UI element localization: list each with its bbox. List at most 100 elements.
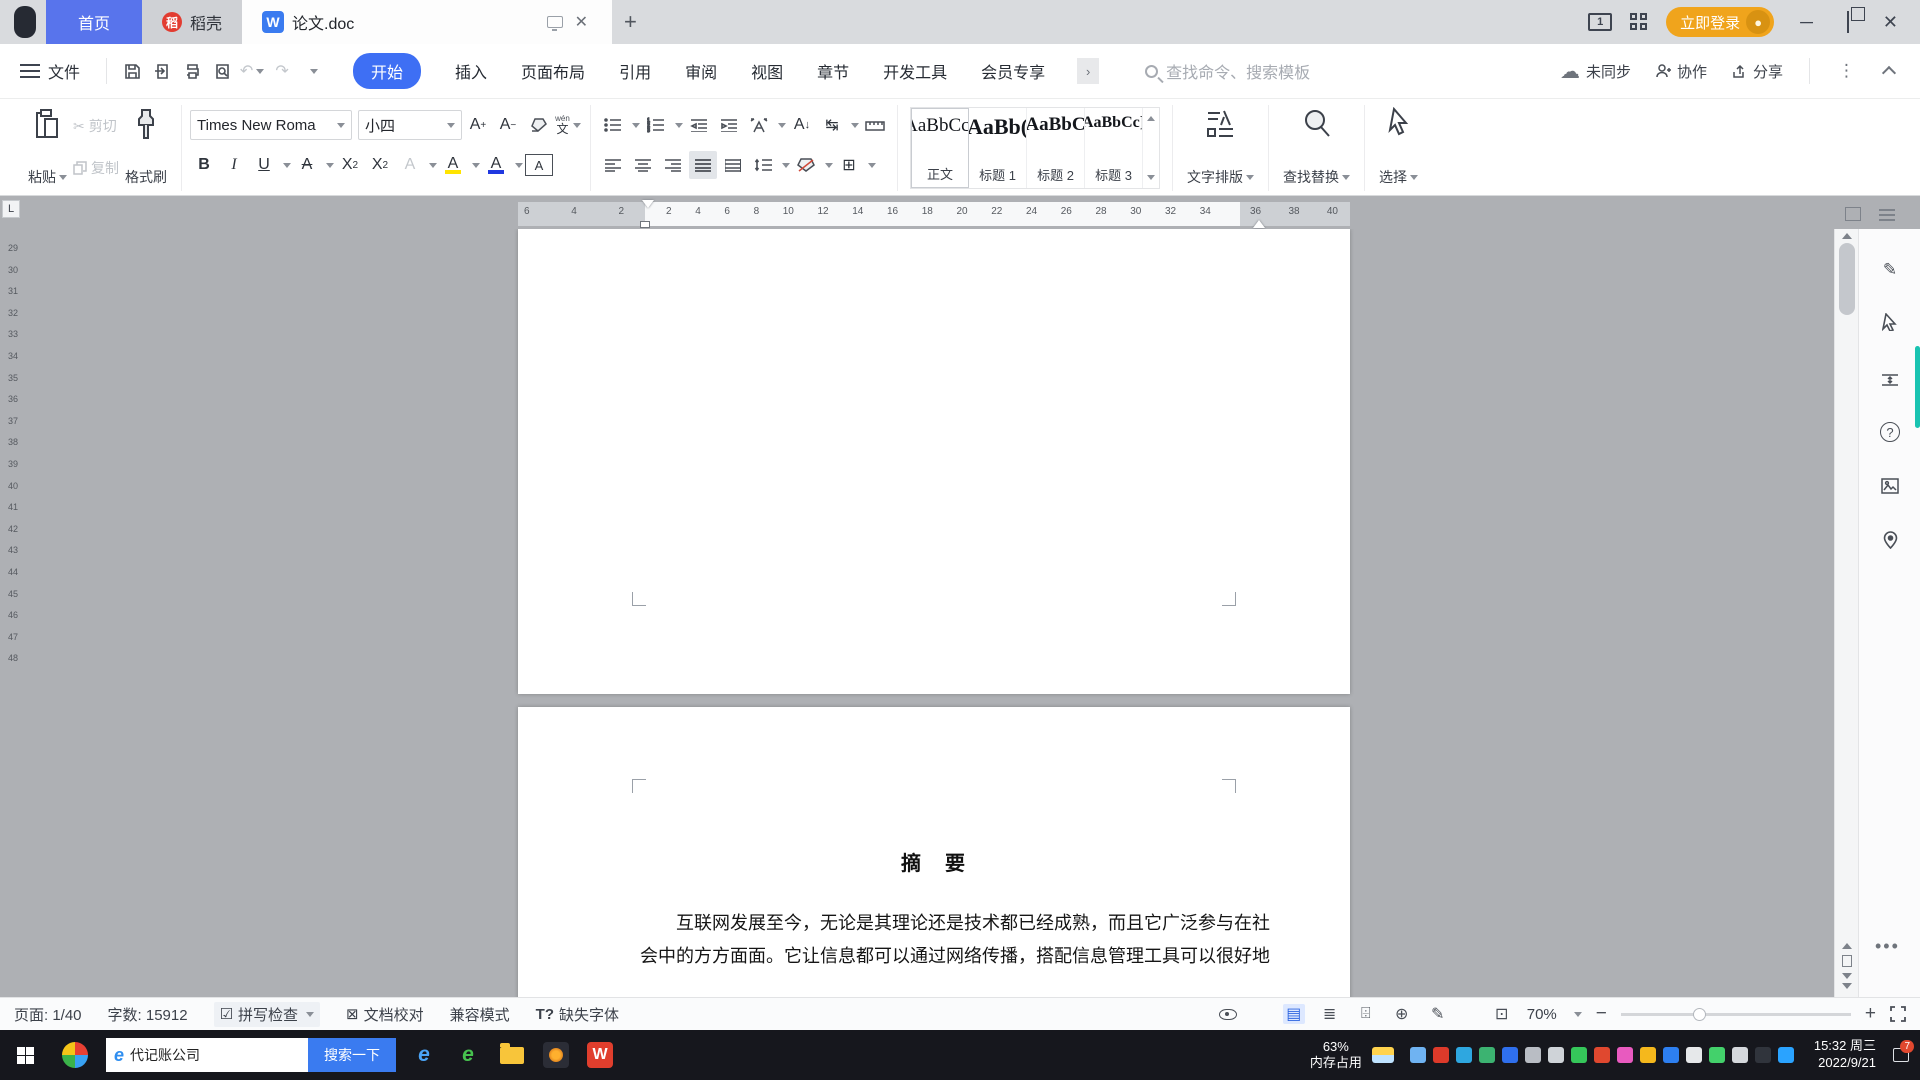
export-icon[interactable]: [147, 56, 177, 86]
file-menu[interactable]: 文件: [48, 59, 80, 83]
scrollbar-thumb[interactable]: [1839, 243, 1855, 315]
missing-font-button[interactable]: T? 缺失字体: [536, 1004, 619, 1025]
gallery-scroll-down-icon[interactable]: [1147, 175, 1155, 180]
spellcheck-toggle[interactable]: ☑ 拼写检查: [214, 1002, 320, 1027]
tab-document[interactable]: W 论文.doc ✕: [242, 0, 612, 44]
single-window-icon[interactable]: 1: [1588, 13, 1612, 31]
green-app-icon[interactable]: [1479, 1047, 1495, 1063]
underline-dropdown-icon[interactable]: [283, 163, 291, 168]
style-heading1[interactable]: AaBb( 标题 1: [969, 108, 1027, 188]
next-page-icon[interactable]: [1842, 973, 1852, 979]
superscript-button[interactable]: X2: [336, 151, 364, 179]
abstract-heading[interactable]: 摘 要: [518, 847, 1350, 876]
highlight-color-button[interactable]: A: [439, 151, 467, 179]
align-right-button[interactable]: [659, 151, 687, 179]
scroll-up-icon[interactable]: [1842, 233, 1852, 239]
justify-button[interactable]: [689, 151, 717, 179]
share-button[interactable]: 分享: [1723, 61, 1791, 82]
tab-section[interactable]: 章节: [817, 59, 849, 83]
zoom-slider-thumb[interactable]: [1693, 1008, 1706, 1021]
more-tabs-button[interactable]: ›: [1077, 58, 1099, 84]
undo-dropdown-icon[interactable]: [256, 69, 264, 74]
tab-references[interactable]: 引用: [619, 59, 651, 83]
tab-close-icon[interactable]: ✕: [571, 12, 592, 32]
notification-bell-icon[interactable]: [1548, 1047, 1564, 1063]
cut-button[interactable]: ✂ 剪切: [73, 116, 119, 136]
volume-icon[interactable]: [1732, 1047, 1748, 1063]
borders-button[interactable]: ⊞: [835, 151, 863, 179]
sort-button[interactable]: A↓: [788, 111, 816, 139]
numbered-dropdown-icon[interactable]: [675, 123, 683, 128]
write-mode-icon[interactable]: ✎: [1427, 1004, 1449, 1024]
pink-app-icon[interactable]: [1617, 1047, 1633, 1063]
line-spacing-button[interactable]: [749, 151, 777, 179]
pinwheel-app-icon[interactable]: [62, 1042, 88, 1068]
strikethrough-button[interactable]: A: [293, 151, 321, 179]
bold-button[interactable]: B: [190, 151, 218, 179]
undo-icon[interactable]: ↶: [237, 56, 267, 86]
action-center-button[interactable]: 7: [1888, 1030, 1914, 1080]
compat-mode[interactable]: 兼容模式: [450, 1004, 510, 1025]
ruler-toggle-icon[interactable]: [1845, 207, 1861, 221]
select-tool-icon[interactable]: [1877, 309, 1903, 335]
game-app-icon[interactable]: [534, 1030, 578, 1080]
underline-button[interactable]: U: [250, 151, 278, 179]
right-indent-marker[interactable]: [1253, 220, 1265, 228]
paste-dropdown-icon[interactable]: [59, 175, 67, 180]
monitor-icon[interactable]: [547, 16, 563, 28]
tab-review[interactable]: 审阅: [685, 59, 717, 83]
input-method-icon[interactable]: [1755, 1047, 1771, 1063]
zoom-level[interactable]: 70%: [1527, 1006, 1557, 1023]
font-color-button[interactable]: A: [482, 151, 510, 179]
gallery-scroll-up-icon[interactable]: [1147, 116, 1155, 121]
red-app-icon[interactable]: [1433, 1047, 1449, 1063]
apps-grid-icon[interactable]: [1630, 13, 1648, 31]
file-explorer-icon[interactable]: [490, 1030, 534, 1080]
command-search[interactable]: 查找命令、搜索模板: [1145, 59, 1310, 83]
navigation-pane-icon[interactable]: [1879, 209, 1895, 221]
text-layout-button[interactable]: 文字排版: [1181, 105, 1260, 189]
collapse-ribbon-icon[interactable]: [1882, 66, 1896, 80]
collab-button[interactable]: 协作: [1647, 61, 1715, 82]
style-normal[interactable]: AaBbCcI 正文: [911, 108, 969, 188]
vertical-scrollbar[interactable]: [1834, 229, 1858, 997]
help-icon[interactable]: ?: [1877, 419, 1903, 445]
new-tab-button[interactable]: +: [624, 9, 637, 35]
decrease-font-icon[interactable]: A−: [494, 111, 522, 139]
horizontal-ruler[interactable]: L 642 246810121416182022242628303234 363…: [0, 196, 1920, 229]
bullet-list-button[interactable]: [599, 111, 627, 139]
hamburger-icon[interactable]: [20, 64, 40, 78]
word-count[interactable]: 字数: 15912: [108, 1004, 188, 1025]
more-options-icon[interactable]: ⋮: [1828, 61, 1866, 81]
taskbar-clock[interactable]: 15:32 周三 2022/9/21: [1802, 1038, 1888, 1072]
wrap-dropdown-icon[interactable]: [851, 123, 859, 128]
previous-page-icon[interactable]: [1842, 943, 1852, 949]
eye-protect-icon[interactable]: [1219, 1009, 1237, 1020]
tab-ruler-button[interactable]: [861, 111, 889, 139]
document-canvas[interactable]: 2930313233343536373839404142434445464748…: [0, 229, 1834, 997]
spacing-tool-icon[interactable]: [1877, 367, 1903, 393]
abstract-paragraph[interactable]: 互联网发展至今，无论是其理论还是技术都已经成熟，而且它广泛参与在社会中的方方面面…: [640, 907, 1230, 973]
tab-start[interactable]: 开始: [353, 53, 421, 89]
green-square-icon[interactable]: [1571, 1047, 1587, 1063]
shading-button[interactable]: [792, 151, 820, 179]
outline-view-icon[interactable]: ≣: [1319, 1004, 1341, 1024]
minimize-button[interactable]: ─: [1792, 12, 1821, 33]
paste-button[interactable]: 粘贴: [22, 105, 73, 189]
restore-button[interactable]: [1839, 12, 1857, 33]
char-border-button[interactable]: A: [525, 154, 553, 176]
tab-docer[interactable]: 稻 稻壳: [142, 0, 242, 44]
tab-dev-tools[interactable]: 开发工具: [883, 59, 947, 83]
green-browser-icon[interactable]: e: [446, 1030, 490, 1080]
font-size-select[interactable]: 小四: [358, 110, 462, 140]
align-left-button[interactable]: [599, 151, 627, 179]
security-shield-icon[interactable]: [1502, 1047, 1518, 1063]
quickbar-dropdown-icon[interactable]: [297, 56, 327, 86]
network-signal-icon[interactable]: [1525, 1047, 1541, 1063]
tab-member[interactable]: 会员专享: [981, 59, 1045, 83]
pinyin-guide-icon[interactable]: wén文: [554, 111, 582, 139]
increase-indent-button[interactable]: [715, 111, 743, 139]
tab-view[interactable]: 视图: [751, 59, 783, 83]
gpu-monitor-icon[interactable]: [1410, 1047, 1426, 1063]
bullet-dropdown-icon[interactable]: [632, 123, 640, 128]
